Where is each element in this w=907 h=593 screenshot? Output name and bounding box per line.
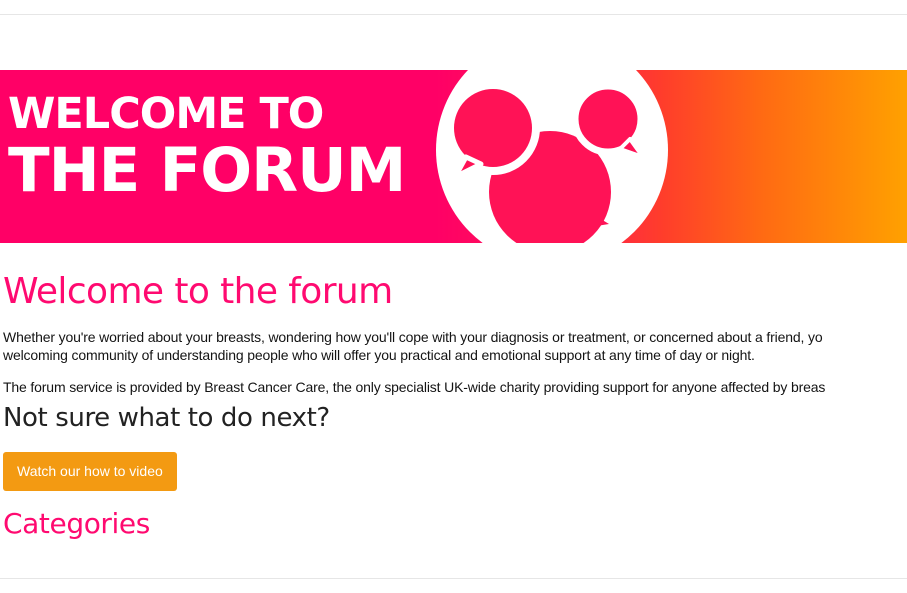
categories-divider [0, 578, 907, 579]
left-speech-bubble-icon [446, 81, 540, 180]
forum-welcome-banner: WELCOME TO THE FORUM [0, 70, 907, 243]
right-speech-bubble-icon [571, 82, 645, 159]
categories-heading: Categories [3, 507, 150, 540]
page-title: Welcome to the forum [3, 271, 393, 312]
intro-line-2: welcoming community of understanding peo… [3, 347, 755, 363]
forum-introduction: Welcome to the forum Whether you're worr… [3, 270, 907, 540]
watch-video-button[interactable]: Watch our how to video [3, 452, 177, 491]
banner-title-line-2: THE FORUM [8, 135, 406, 206]
speech-bubbles-icon [436, 70, 668, 243]
banner-title: WELCOME TO THE FORUM [8, 92, 438, 204]
banner-title-line-1: WELCOME TO [8, 89, 324, 139]
intro-line-1: Whether you're worried about your breast… [3, 329, 823, 345]
service-description: The forum service is provided by Breast … [3, 379, 826, 395]
top-divider [0, 14, 907, 15]
next-steps-heading: Not sure what to do next? [3, 403, 330, 433]
intro-paragraph: Whether you're worried about your breast… [3, 328, 907, 364]
